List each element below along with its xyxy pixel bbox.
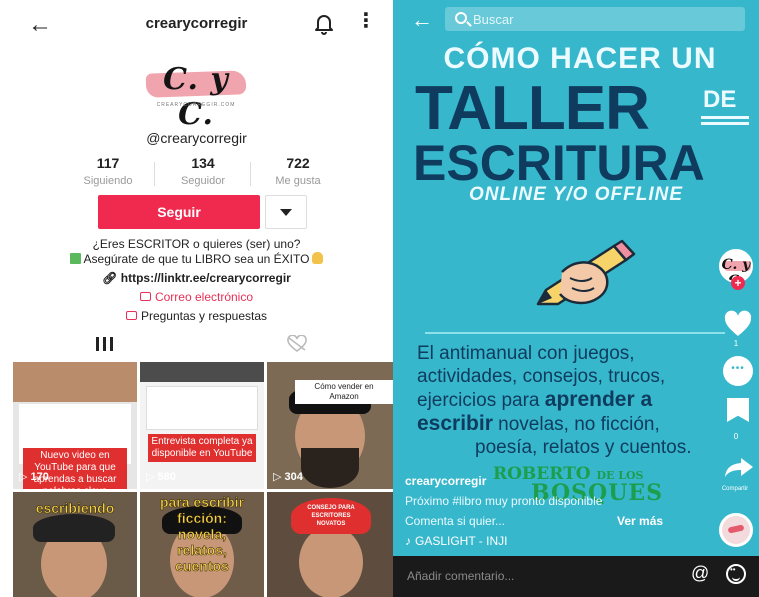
suggested-accounts-button[interactable]	[265, 195, 307, 229]
view-count: 304	[273, 470, 302, 483]
video-title-line-1: CÓMO HACER UN	[443, 42, 717, 75]
content-divider	[425, 332, 725, 334]
sound-disc-icon[interactable]	[719, 513, 753, 547]
bio-line-1: ¿Eres ESCRITOR o quieres (ser) uno?	[92, 237, 301, 251]
sound-name: GASLIGHT - INJI	[415, 534, 508, 548]
desc-fragment: ejercicios para	[417, 390, 545, 411]
logo-subtitle: CREARYCORREGIR.COM	[156, 102, 236, 108]
back-arrow-icon[interactable]: ←	[411, 9, 433, 31]
video-caption: escribiendo	[35, 500, 115, 517]
follow-button[interactable]: Seguir	[98, 195, 260, 229]
share-arrow-icon[interactable]	[723, 456, 755, 478]
video-title-de: DE	[703, 86, 737, 113]
stat-followers-value: 134	[191, 155, 215, 171]
profile-handle: @crearycorregir	[146, 130, 247, 146]
email-row[interactable]: Correo electrónico	[0, 290, 393, 304]
bio-line-2-row: Asegúrate de que tu LIBRO sea un ÉXITO	[0, 252, 393, 266]
desc-line: poesía, relatos y cuentos.	[475, 437, 692, 458]
writing-hand-icon	[536, 239, 636, 306]
video-screen: ← CÓMO HACER UN TALLER DE ESCRITURA ONLI…	[393, 0, 759, 597]
video-caption: Cómo vender en Amazon	[295, 380, 393, 404]
video-thumbnail-3[interactable]: Cómo vender en Amazon 304	[267, 362, 393, 489]
video-caption: Entrevista completa ya disponible en You…	[148, 434, 256, 462]
view-count: 580	[146, 470, 175, 483]
search-icon	[455, 12, 467, 24]
profile-link[interactable]: https://linktr.ee/crearycorregir	[121, 271, 291, 285]
share-label: Compartir	[721, 486, 749, 492]
desc-line: ejercicios para aprender a	[417, 388, 759, 412]
liked-videos-tab-icon[interactable]	[286, 335, 308, 353]
mention-at-icon[interactable]: @	[691, 564, 709, 582]
video-title-line-2: TALLER	[415, 74, 650, 143]
stat-divider	[250, 162, 251, 186]
video-title-line-3: ESCRITURA	[413, 135, 705, 191]
email-label[interactable]: Correo electrónico	[155, 290, 253, 304]
desc-fragment: novelas, no ficción,	[492, 414, 660, 435]
see-more-link[interactable]: Ver más	[617, 514, 663, 528]
comment-icon[interactable]	[723, 356, 753, 386]
stat-following-value: 117	[96, 155, 120, 171]
sound-row[interactable]: ♪ GASLIGHT - INJI	[405, 534, 507, 548]
bell-icon[interactable]	[312, 12, 336, 36]
book-icon	[69, 253, 81, 264]
stat-followers-label: Seguidor	[180, 175, 226, 187]
bookmark-count: 0	[733, 432, 739, 441]
link-icon: 🔗︎	[102, 271, 118, 285]
stat-following[interactable]: 117 Siguiendo	[68, 155, 148, 187]
qa-label[interactable]: Preguntas y respuestas	[141, 309, 267, 323]
thumbs-up-icon	[312, 252, 324, 264]
caret-down-icon	[280, 208, 292, 216]
logo-text: C. y C.	[163, 62, 229, 132]
like-count: 1	[733, 339, 739, 348]
desc-line: actividades, consejos, trucos,	[417, 366, 666, 387]
profile-link-row[interactable]: 🔗︎ https://linktr.ee/crearycorregir	[0, 271, 393, 285]
follow-plus-icon[interactable]: +	[731, 276, 745, 290]
video-caption: para escribir ficción: novela, relatos, …	[159, 494, 245, 575]
video-thumbnail-6[interactable]: CONSEJO PARA ESCRITORES NOVATOS	[267, 492, 393, 597]
video-thumbnail-4[interactable]: escribiendo	[13, 492, 137, 597]
desc-emphasis: escribir	[417, 412, 493, 435]
stat-following-label: Siguiendo	[83, 175, 133, 187]
profile-top-bar: ← crearycorregir ⋮	[0, 0, 393, 50]
stat-followers[interactable]: 134 Seguidor	[163, 155, 243, 187]
stat-divider	[154, 162, 155, 186]
stat-likes-value: 722	[286, 155, 310, 171]
search-input[interactable]	[473, 7, 733, 31]
qa-row[interactable]: Preguntas y respuestas	[0, 309, 393, 323]
videos-grid-tab-icon[interactable]	[96, 337, 114, 351]
desc-line: escribir novelas, no ficción,	[417, 412, 759, 436]
video-caption: CONSEJO PARA ESCRITORES NOVATOS	[307, 505, 355, 527]
stat-likes[interactable]: 722 Me gusta	[258, 155, 338, 187]
profile-logo: C. y C. CREARYCORREGIR.COM	[142, 58, 250, 132]
view-count: 170	[19, 470, 48, 483]
video-author[interactable]: crearycorregir	[405, 474, 486, 488]
video-thumbnail-5[interactable]: para escribir ficción: novela, relatos, …	[140, 492, 264, 597]
video-caption-line-1: Próximo #libro muy pronto disponible	[405, 494, 603, 508]
more-options-icon[interactable]: ⋮	[356, 11, 376, 31]
search-bar[interactable]	[445, 7, 745, 31]
desc-line: El antimanual con juegos,	[417, 343, 635, 364]
email-icon	[139, 292, 151, 301]
video-description-text: El antimanual con juegos, actividades, c…	[417, 342, 759, 459]
music-note-icon: ♪	[405, 534, 411, 548]
profile-tabs	[0, 332, 393, 358]
video-title-line-4: ONLINE Y/O OFFLINE	[469, 184, 683, 205]
bio-line-2: Asegúrate de que tu LIBRO sea un ÉXITO	[83, 252, 310, 266]
title-decoration-lines	[701, 116, 749, 128]
profile-screen: ← crearycorregir ⋮ C. y C. CREARYCORREGI…	[0, 0, 393, 597]
video-thumbnail-2[interactable]: Entrevista completa ya disponible en You…	[140, 362, 264, 489]
emoji-icon[interactable]	[726, 564, 746, 584]
stat-likes-label: Me gusta	[275, 175, 321, 187]
desc-emphasis: aprender a	[544, 388, 653, 411]
video-grid: Nuevo video en YouTube para que aprendas…	[13, 362, 393, 597]
comment-input[interactable]	[407, 564, 667, 588]
like-heart-icon[interactable]	[723, 310, 753, 338]
qa-icon	[125, 311, 137, 320]
comment-bar: @	[393, 556, 759, 597]
video-thumbnail-1[interactable]: Nuevo video en YouTube para que aprendas…	[13, 362, 137, 489]
